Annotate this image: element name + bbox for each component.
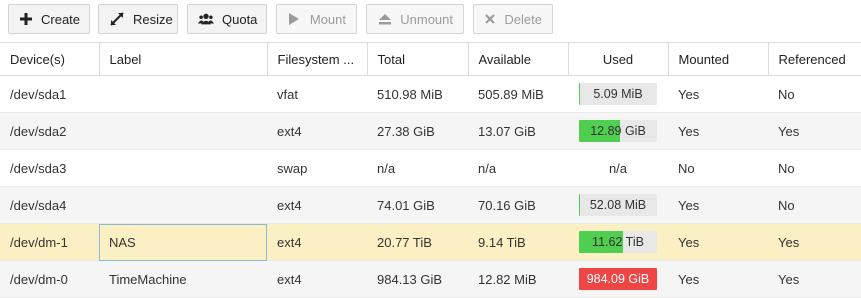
used-cell: 52.08 MiB	[568, 186, 668, 224]
total-cell: 74.01 GiB	[367, 186, 468, 224]
device-cell: /dev/sda1	[0, 75, 99, 113]
device-cell: /dev/sda2	[0, 112, 99, 150]
used-cell: 5.09 MiB	[568, 75, 668, 113]
table-header-row: Device(s) Label Filesystem ... Total Ava…	[0, 42, 861, 76]
used-value: 52.08 MiB	[589, 198, 647, 212]
device-cell: /dev/sda3	[0, 149, 99, 187]
quota-button[interactable]: Quota	[187, 4, 267, 34]
mounted-cell: Yes	[668, 260, 768, 298]
resize-label: Resize	[133, 11, 173, 27]
used-cell: 11.62 TiB	[568, 223, 668, 261]
device-cell: /dev/sda4	[0, 186, 99, 224]
table-row[interactable]: /dev/sda3 swap n/a n/a n/a No No	[0, 149, 861, 187]
label-cell: TimeMachine	[99, 260, 267, 298]
referenced-cell: Yes	[768, 223, 861, 261]
filesystem-table: Device(s) Label Filesystem ... Total Ava…	[0, 42, 861, 298]
column-header-referenced[interactable]: Referenced	[768, 42, 861, 76]
used-value: 11.62 TiB	[592, 235, 644, 249]
column-header-total[interactable]: Total	[367, 42, 469, 76]
used-cell: 984.09 GiB	[568, 260, 668, 298]
label-cell	[99, 112, 267, 150]
filesystem-cell: ext4	[267, 112, 367, 150]
device-cell: /dev/dm-0	[0, 260, 99, 298]
filesystem-cell: ext4	[267, 260, 367, 298]
total-cell: 27.38 GiB	[367, 112, 468, 150]
usage-bar: 12.89 GiB	[579, 120, 657, 142]
mounted-cell: Yes	[668, 223, 768, 261]
play-icon	[287, 11, 302, 27]
eject-icon	[377, 11, 392, 27]
filesystem-cell: ext4	[267, 186, 367, 224]
usage-bar: 11.62 TiB	[579, 231, 657, 253]
mount-label: Mount	[309, 11, 346, 27]
available-cell: n/a	[468, 149, 568, 187]
used-value: 984.09 GiB	[586, 272, 650, 286]
used-value: 12.89 GiB	[590, 124, 646, 138]
label-cell	[99, 149, 267, 187]
mounted-cell: Yes	[668, 75, 768, 113]
mounted-cell: Yes	[668, 112, 768, 150]
mount-button[interactable]: Mount	[276, 4, 357, 34]
unmount-label: Unmount	[400, 11, 453, 27]
users-icon	[198, 11, 214, 27]
filesystem-cell: swap	[267, 149, 367, 187]
usage-bar: 5.09 MiB	[579, 83, 657, 105]
available-cell: 13.07 GiB	[468, 112, 568, 150]
close-icon	[484, 11, 496, 27]
label-cell	[99, 75, 267, 113]
available-cell: 505.89 MiB	[468, 75, 568, 113]
used-value: n/a	[608, 160, 628, 176]
usage-bar: 984.09 GiB	[579, 268, 657, 290]
unmount-button[interactable]: Unmount	[366, 4, 464, 34]
mounted-cell: Yes	[668, 186, 768, 224]
table-row[interactable]: /dev/sda2 ext4 27.38 GiB 13.07 GiB 12.89 GiB…	[0, 112, 861, 150]
label-cell	[99, 186, 267, 224]
table-row[interactable]: /dev/sda4 ext4 74.01 GiB 70.16 GiB 52.08 MiB…	[0, 186, 861, 224]
referenced-cell: No	[768, 186, 861, 224]
total-cell: n/a	[367, 149, 468, 187]
used-cell: 12.89 GiB	[568, 112, 668, 150]
device-cell: /dev/dm-1	[0, 223, 99, 261]
table-row[interactable]: /dev/dm-1 NAS ext4 20.77 TiB 9.14 TiB 11.62 T…	[0, 223, 861, 261]
total-cell: 20.77 TiB	[367, 223, 468, 261]
column-header-available[interactable]: Available	[468, 42, 569, 76]
filesystem-cell: vfat	[267, 75, 367, 113]
column-header-device[interactable]: Device(s)	[0, 42, 100, 76]
referenced-cell: Yes	[768, 112, 861, 150]
toolbar: Create Resize Quota Mount Unmount Delete	[0, 0, 861, 42]
column-header-filesystem[interactable]: Filesystem ...	[267, 42, 368, 76]
table-row[interactable]: /dev/dm-0 TimeMachine ext4 984.13 GiB 12.82 …	[0, 260, 861, 298]
mounted-cell: No	[668, 149, 768, 187]
column-header-used[interactable]: Used	[568, 42, 669, 76]
table-row[interactable]: /dev/sda1 vfat 510.98 MiB 505.89 MiB 5.09 Mi…	[0, 75, 861, 113]
create-button[interactable]: Create	[8, 4, 90, 34]
create-label: Create	[41, 11, 81, 27]
plus-icon	[19, 11, 33, 27]
used-value: 5.09 MiB	[593, 87, 643, 101]
delete-label: Delete	[504, 11, 542, 27]
available-cell: 70.16 GiB	[468, 186, 568, 224]
available-cell: 12.82 MiB	[468, 260, 568, 298]
column-header-label[interactable]: Label	[99, 42, 268, 76]
referenced-cell: No	[768, 75, 861, 113]
total-cell: 510.98 MiB	[367, 75, 468, 113]
used-cell: n/a	[568, 149, 668, 187]
referenced-cell: No	[768, 149, 861, 187]
total-cell: 984.13 GiB	[367, 260, 468, 298]
resize-button[interactable]: Resize	[98, 4, 178, 34]
label-cell: NAS	[99, 223, 267, 261]
column-header-mounted[interactable]: Mounted	[668, 42, 769, 76]
usage-bar: 52.08 MiB	[579, 194, 657, 216]
delete-button[interactable]: Delete	[473, 4, 553, 34]
resize-arrows-icon	[109, 11, 125, 27]
quota-label: Quota	[222, 11, 258, 27]
available-cell: 9.14 TiB	[468, 223, 568, 261]
filesystem-cell: ext4	[267, 223, 367, 261]
referenced-cell: Yes	[768, 260, 861, 298]
